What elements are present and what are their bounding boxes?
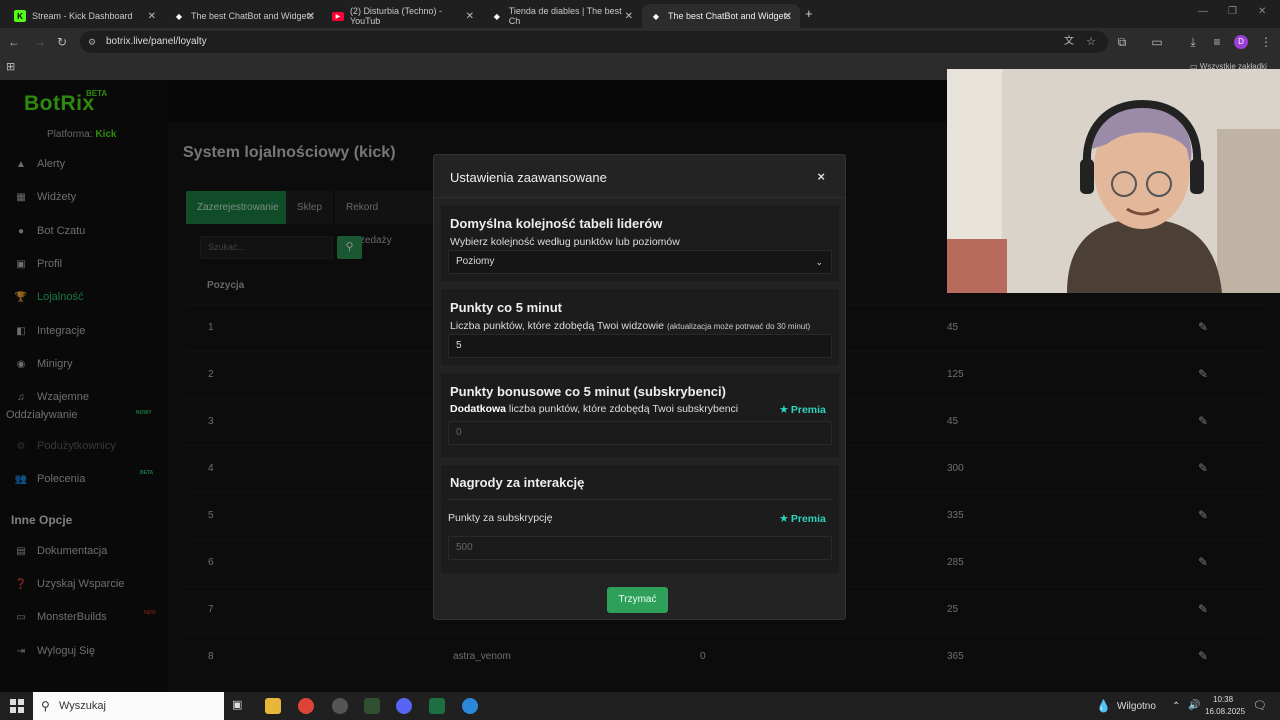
bonus-points-title: Punkty bonusowe co 5 minut (subskrybenci… [450, 384, 726, 399]
file-explorer-icon[interactable] [265, 698, 281, 714]
close-tab-icon[interactable]: ✕ [307, 11, 315, 22]
tab-label: The best ChatBot and Widgets [668, 11, 791, 21]
modal-title: Ustawienia zaawansowane [450, 170, 607, 185]
youtube-icon: ▶ [332, 11, 344, 21]
site-info-icon[interactable]: ⚙ [88, 31, 96, 53]
windows-start-icon[interactable] [10, 699, 24, 713]
app-c-icon[interactable] [462, 698, 478, 714]
divider [434, 197, 845, 198]
search-icon: ⚲ [41, 699, 50, 713]
windows-taskbar: ⚲ Wyszukaj ▣ 💧 Wilgotno ⌃ 🔊 10:38 16.08.… [0, 692, 1280, 720]
tab-label: (2) Disturbia (Techno) - YouTub [349, 6, 442, 26]
discord-icon[interactable] [396, 698, 412, 714]
tab-tienda[interactable]: ◆ Tienda de diables | The best Ch ✕ [483, 4, 641, 28]
premium-badge: ★ Premia [779, 512, 826, 526]
bonus-points-card: Punkty bonusowe co 5 minut (subskrybenci… [441, 373, 839, 457]
tray-chevron-icon[interactable]: ⌃ [1172, 701, 1180, 712]
browser-tab-bar: K Stream - Kick Dashboard ✕ ◆ The best C… [0, 0, 1280, 28]
close-tab-icon[interactable]: ✕ [784, 11, 792, 22]
close-window-icon[interactable]: ✕ [1258, 6, 1266, 17]
tab-botrix-1[interactable]: ◆ The best ChatBot and Widgets ✕ [165, 4, 323, 28]
premium-badge: ★ Premia [779, 403, 826, 417]
excel-icon[interactable] [429, 698, 445, 714]
profile-avatar[interactable]: D [1234, 35, 1248, 49]
points-per-5min-input[interactable]: 5 [448, 334, 832, 358]
close-modal-button[interactable]: × [817, 169, 825, 184]
weather-label[interactable]: Wilgotno [1117, 701, 1156, 712]
webcam-overlay [947, 69, 1280, 293]
menu-icon[interactable]: ⋮ [1258, 34, 1274, 50]
star-icon: ★ [779, 404, 789, 416]
bookmark-star-icon[interactable]: ☆ [1086, 31, 1096, 53]
extensions-icon[interactable]: ⧉ [1114, 34, 1130, 50]
kick-icon: K [14, 10, 26, 22]
interaction-rewards-card: Nagrody za interakcję Punkty za subskryp… [441, 465, 839, 573]
leaderboard-order-desc: Wybierz kolejność według punktów lub poz… [450, 236, 680, 248]
obs-icon[interactable] [332, 698, 348, 714]
chevron-down-icon: ⌄ [815, 257, 823, 267]
weather-icon[interactable]: 💧 [1096, 699, 1111, 713]
reload-icon[interactable]: ↻ [54, 34, 70, 50]
star-icon: ★ [779, 513, 789, 525]
back-icon[interactable]: ← [6, 34, 22, 50]
close-tab-icon[interactable]: ✕ [148, 11, 156, 22]
tab-youtube[interactable]: ▶ (2) Disturbia (Techno) - YouTub ✕ [324, 4, 482, 28]
address-bar: ← → ↻ ⚙ botrix.live/panel/loyalty 文 ☆ ⧉ … [0, 28, 1280, 56]
close-tab-icon[interactable]: ✕ [625, 11, 633, 22]
subscription-points-input[interactable]: 500 [448, 536, 832, 560]
taskbar-search[interactable]: ⚲ Wyszukaj [33, 692, 224, 720]
leaderboard-order-select[interactable]: Poziomy ⌄ [448, 250, 832, 274]
chrome-icon[interactable] [298, 698, 314, 714]
tab-label: The best ChatBot and Widgets [191, 11, 314, 21]
clock-time[interactable]: 10:38 [1213, 695, 1233, 704]
translate-icon[interactable]: 文 [1064, 31, 1074, 53]
leaderboard-order-card: Domyślna kolejność tabeli liderów Wybier… [441, 205, 839, 281]
webcam-person-image [947, 69, 1280, 293]
url-text: botrix.live/panel/loyalty [106, 36, 207, 47]
botrix-icon: ◆ [493, 11, 500, 21]
advanced-settings-modal: Ustawienia zaawansowane × Domyślna kolej… [433, 154, 846, 620]
interaction-rewards-title: Nagrody za interakcję [450, 475, 585, 490]
tab-label: Stream - Kick Dashboard [32, 11, 133, 21]
botrix-icon: ◆ [652, 11, 660, 21]
botrix-icon: ◆ [175, 11, 183, 21]
leaderboard-order-title: Domyślna kolejność tabeli liderów [450, 216, 663, 231]
points-per-5min-card: Punkty co 5 minut Liczba punktów, które … [441, 289, 839, 365]
maximize-icon[interactable]: ❐ [1228, 6, 1237, 17]
bonus-points-input[interactable]: 0 [448, 421, 832, 445]
subscription-points-label: Punkty za subskrypcję [448, 512, 553, 524]
apps-grid-icon[interactable]: ⊞ [6, 60, 15, 73]
notifications-icon[interactable]: 🗨 [1253, 699, 1267, 712]
app-icon[interactable] [364, 698, 380, 714]
minimize-icon[interactable]: — [1198, 6, 1208, 17]
points-per-5min-title: Punkty co 5 minut [450, 300, 562, 315]
divider [447, 499, 833, 500]
tab-label: Tienda de diables | The best Ch [508, 6, 622, 26]
cast-icon[interactable]: ▭ [1149, 34, 1165, 50]
task-view-icon[interactable]: ▣ [232, 698, 248, 714]
save-button[interactable]: Trzymać [607, 587, 668, 613]
clock-date[interactable]: 16.08.2025 [1205, 707, 1245, 716]
download-icon[interactable]: ⤓ [1185, 34, 1201, 50]
url-input[interactable]: ⚙ botrix.live/panel/loyalty 文 ☆ [80, 31, 1108, 53]
media-icon[interactable]: ≡ [1209, 34, 1225, 50]
volume-icon[interactable]: 🔊 [1188, 700, 1200, 711]
points-per-5min-desc: Liczba punktów, które zdobędą Twoi widzo… [450, 320, 811, 332]
new-tab-icon[interactable]: + [805, 6, 813, 21]
bonus-points-desc: Dodatkowa liczba punktów, które zdobędą … [450, 403, 739, 415]
close-tab-icon[interactable]: ✕ [466, 11, 474, 22]
tab-kick-dashboard[interactable]: K Stream - Kick Dashboard ✕ [6, 4, 164, 28]
forward-icon[interactable]: → [32, 34, 48, 50]
tab-botrix-active[interactable]: ◆ The best ChatBot and Widgets ✕ [642, 4, 800, 28]
